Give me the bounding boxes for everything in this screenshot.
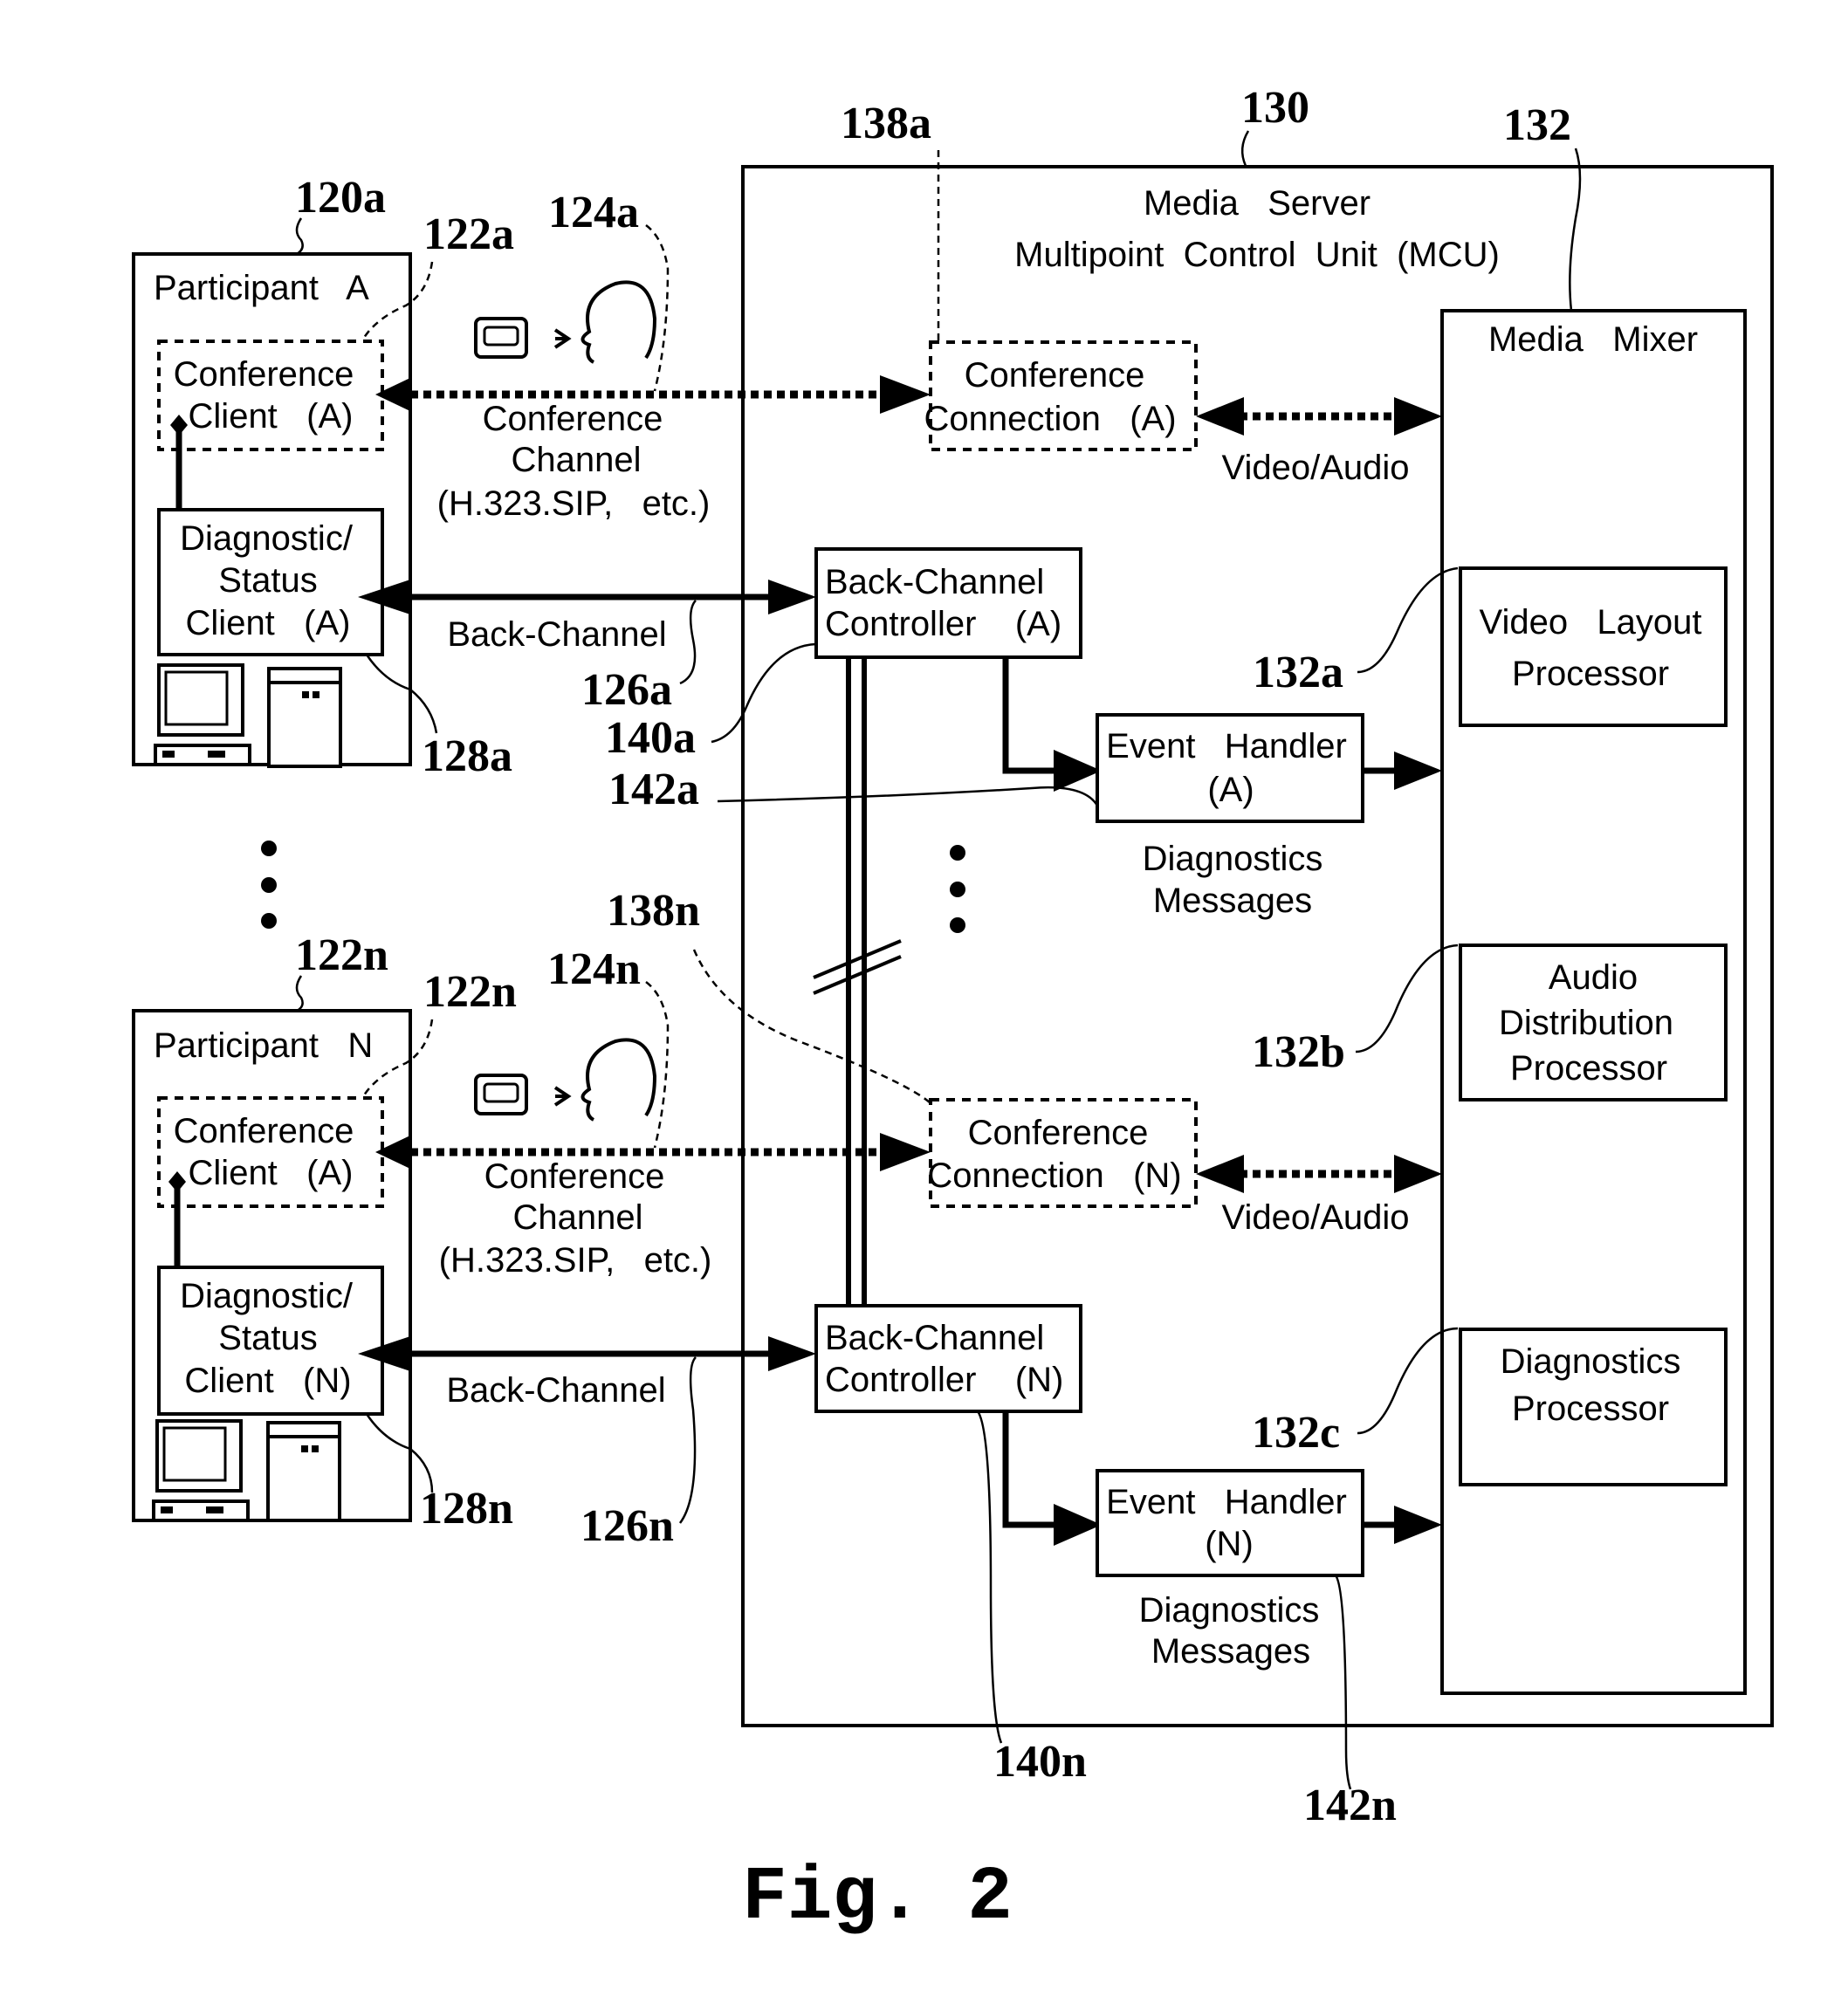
computer-tower-icon (267, 667, 342, 768)
video-camera-icon (474, 317, 528, 359)
video-audio-a-label: Video/Audio (1222, 449, 1410, 487)
conference-channel-a-line3: (H.323.SIP, etc.) (437, 484, 711, 523)
ref-132a: 132a (1253, 648, 1343, 697)
diagnostic-status-client-n-line3: Client (N) (184, 1362, 351, 1400)
event-handler-a-line2: (A) (1207, 771, 1254, 809)
conference-client-a-line2: Client (A) (189, 397, 354, 436)
ref-128n: 128n (420, 1484, 513, 1534)
figure-caption: Fig. 2 (742, 1855, 1013, 1940)
ref-124n: 124n (547, 944, 641, 994)
ref-120a: 120a (295, 173, 386, 223)
ref-128a: 128a (422, 731, 512, 781)
head-profile-icon (581, 280, 657, 364)
back-channel-n-label: Back-Channel (446, 1371, 665, 1410)
ref-132b: 132b (1252, 1027, 1345, 1077)
diagnostics-messages-a-line1: Diagnostics (1143, 840, 1323, 878)
ref-140n: 140n (993, 1737, 1087, 1787)
audio-distribution-processor-line2: Distribution (1499, 1004, 1673, 1042)
event-handler-a-line1: Event Handler (1106, 727, 1347, 765)
back-channel-controller-a-line1: Back-Channel (825, 563, 1044, 601)
video-layout-processor-line2: Processor (1512, 655, 1669, 693)
diagnostic-status-client-a-line2: Status (218, 561, 317, 600)
arrow-to-head-icon (553, 328, 572, 349)
diagnostics-messages-n-line2: Messages (1151, 1632, 1310, 1671)
ref-122n-participant: 122n (295, 930, 388, 980)
leader-120a (295, 217, 304, 256)
conference-channel-a-line2: Channel (511, 441, 641, 479)
leader-122n-participant (295, 975, 304, 1012)
diagnostics-processor-line2: Processor (1512, 1390, 1669, 1428)
back-channel-controller-n-line1: Back-Channel (825, 1319, 1044, 1357)
ref-130: 130 (1241, 83, 1309, 133)
leader-126n (679, 1356, 697, 1524)
ref-140a: 140a (605, 713, 696, 763)
back-channel-controller-n-line2: Controller (N) (825, 1361, 1063, 1399)
conference-channel-n-line3: (H.323.SIP, etc.) (439, 1241, 712, 1280)
audio-distribution-processor-line3: Processor (1510, 1049, 1667, 1088)
computer-monitor-icon (152, 1419, 250, 1522)
video-layout-processor-line1: Video Layout (1479, 603, 1701, 642)
mcu-title-line2: Multipoint Control Unit (MCU) (1014, 236, 1500, 274)
conference-connection-a-line2: Connection (A) (924, 400, 1176, 438)
conference-client-a-line1: Conference (174, 355, 354, 394)
ref-138n: 138n (607, 886, 700, 936)
leader-124a (645, 224, 670, 392)
conference-channel-a-line1: Conference (483, 400, 663, 438)
leader-130 (1240, 130, 1250, 167)
computer-tower-icon (266, 1421, 341, 1522)
conference-client-n-line2: Client (A) (189, 1154, 354, 1192)
video-layout-processor-box (1459, 566, 1728, 727)
participant-a-title: Participant A (154, 269, 369, 307)
back-channel-controller-a-line2: Controller (A) (825, 605, 1061, 643)
media-mixer-title: Media Mixer (1488, 320, 1698, 359)
ref-142a: 142a (608, 765, 699, 814)
patent-figure-diagram: Media Server Multipoint Control Unit (MC… (132, 83, 1774, 1940)
video-camera-icon (474, 1074, 528, 1115)
ref-126a: 126a (581, 665, 672, 715)
head-profile-icon (581, 1038, 657, 1122)
arrow-to-head-icon (553, 1086, 572, 1107)
conference-channel-n-line2: Channel (512, 1198, 642, 1237)
diagnostic-status-client-a-line1: Diagnostic/ (180, 519, 354, 558)
diagnostics-processor-line1: Diagnostics (1501, 1342, 1681, 1381)
ellipsis-left (261, 841, 277, 929)
event-handler-n-line1: Event Handler (1106, 1483, 1347, 1521)
computer-monitor-icon (154, 663, 251, 766)
leader-126a (679, 600, 697, 685)
conference-connection-n-line2: Connection (N) (927, 1156, 1181, 1195)
participant-n-title: Participant N (154, 1026, 373, 1065)
back-channel-a-label: Back-Channel (447, 615, 666, 654)
diagnostics-messages-a-line2: Messages (1153, 882, 1312, 920)
ref-132: 132 (1503, 100, 1571, 150)
conference-connection-n-line1: Conference (968, 1114, 1149, 1152)
event-handler-n-line2: (N) (1205, 1525, 1254, 1563)
ref-132c: 132c (1252, 1408, 1340, 1458)
audio-distribution-processor-line1: Audio (1549, 958, 1638, 997)
conference-client-n-line1: Conference (174, 1112, 354, 1150)
mcu-title-line1: Media Server (1144, 184, 1371, 223)
ref-126n: 126n (581, 1501, 674, 1551)
video-audio-n-label: Video/Audio (1222, 1198, 1410, 1237)
ref-122a: 122a (423, 209, 514, 259)
diagnostic-status-client-n-line1: Diagnostic/ (180, 1277, 354, 1315)
ref-124a: 124a (548, 188, 639, 237)
ref-122n: 122n (423, 967, 517, 1017)
ellipsis-center (950, 845, 965, 933)
conference-connection-a-line1: Conference (965, 356, 1145, 395)
conference-channel-n-line1: Conference (484, 1157, 665, 1196)
diagnostic-status-client-a-line3: Client (A) (186, 604, 351, 642)
ref-138a: 138a (841, 99, 931, 148)
leader-124n (645, 981, 670, 1149)
diagnostic-status-client-n-line2: Status (218, 1319, 317, 1357)
diagnostics-messages-n-line1: Diagnostics (1139, 1591, 1320, 1630)
